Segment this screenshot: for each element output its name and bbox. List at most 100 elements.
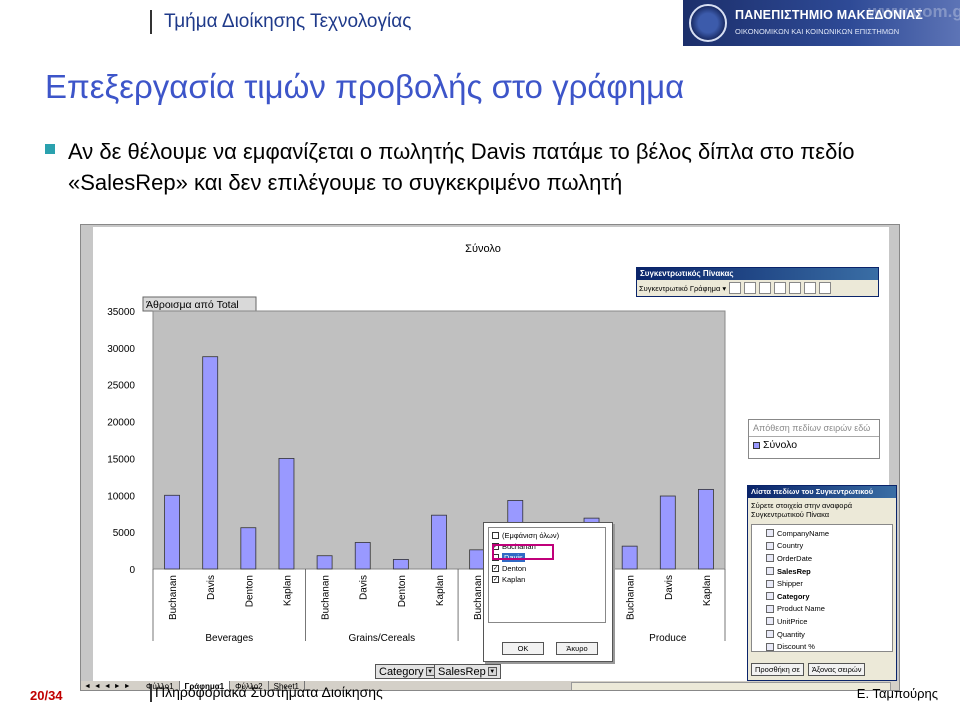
bar [621,545,638,570]
bullet-square-icon [45,144,55,154]
category-label: Buchanan [321,575,332,620]
filter-options: (Εμφάνιση όλων) ✓ Buchanan Davis ✓ Denton … [488,527,606,623]
cancel-button[interactable]: Άκυρο [556,642,598,655]
filter-option[interactable]: (Εμφάνιση όλων) [492,530,602,541]
y-tick-label: 10000 [107,491,135,502]
bar [240,527,257,570]
group-label: Grains/Cereals [348,633,415,644]
bar [392,559,409,570]
bar [431,514,447,570]
chart-wizard-icon[interactable] [744,282,757,294]
field-icon [766,592,774,601]
field-item[interactable]: SalesRep [766,565,889,578]
y-tick-label: 35000 [107,307,135,318]
field-list-instructions: Σύρετε στοιχεία στην αναφορά Συγκεντρωτι… [751,501,853,519]
bar [164,494,180,570]
category-label: Buchanan [626,575,637,620]
pivot-field-list: Λίστα πεδίων του Συγκεντρωτικού Σύρετε σ… [747,485,897,681]
filter-option[interactable]: ✓ Denton [492,563,602,574]
series-drop-area[interactable]: Απόθεση πεδίων σειρών εδώ Σύνολο [748,419,880,459]
category-field-button[interactable]: Category ▼ [375,664,439,679]
salesrep-field-button[interactable]: SalesRep ▼ [434,664,501,679]
category-label: Davis [664,575,675,600]
bullet-text: Αν δε θέλουμε να εμφανίζεται ο πωλητής D… [68,139,855,195]
checkbox-checked[interactable]: ✓ [492,576,499,583]
group-label: Produce [649,633,687,644]
field-item[interactable]: UnitPrice [766,615,889,628]
ok-button[interactable]: OK [502,642,544,655]
field-settings-icon[interactable] [804,282,817,294]
bar [202,356,219,570]
field-item[interactable]: Category [766,590,889,603]
department-name: Τμήμα Διοίκησης Τεχνολογίας [150,10,411,34]
field-item[interactable]: CompanyName [766,527,889,540]
tab-scroll-arrows-icon[interactable]: ◄◄◄►► [81,681,141,690]
field-item[interactable]: Product Name [766,603,889,616]
field-item[interactable]: OrderDate [766,552,889,565]
logo-subname: ΟΙΚΟΝΟΜΙΚΩΝ ΚΑΙ ΚΟΙΝΩΝΙΚΩΝ ΕΠΙΣΤΗΜΩΝ [735,27,900,36]
data-field-button[interactable]: Άθροισμα από Total [146,299,239,311]
field-icon [766,617,774,626]
bar [316,555,333,570]
field-icon [766,567,774,576]
bullet-point: Αν δε θέλουμε να εμφανίζεται ο πωλητής D… [45,136,945,198]
bar [698,488,714,570]
field-item[interactable]: Country [766,540,889,553]
y-tick-label: 20000 [107,418,135,429]
field-icon [766,554,774,563]
slide-title: Επεξεργασία τιμών προβολής στο γράφημα [45,68,685,105]
dropdown-arrow-icon[interactable]: ▼ [487,667,497,676]
pivot-toolbar-title: Συγκεντρωτικός Πίνακας [637,268,878,280]
y-tick-label: 30000 [107,344,135,355]
legend-label: Σύνολο [763,439,798,451]
hide-detail-icon[interactable] [759,282,772,294]
category-label: Denton [244,575,255,607]
y-tick-label: 25000 [107,381,135,392]
filter-option[interactable]: ✓ Kaplan [492,574,602,585]
field-icon [766,604,774,613]
y-axis: 0 5000 10000 15000 20000 25000 30000 35000 [107,307,135,576]
category-label: Denton [397,575,408,607]
field-list-title: Λίστα πεδίων του Συγκεντρωτικού [748,486,896,498]
chart-sheet: Σύνολο Άθροισμα από Total 0 5000 10000 1500… [93,227,897,681]
course-name: Πληροφοριακά Συστήματα Διοίκησης [150,684,383,702]
y-tick-label: 0 [129,565,135,576]
field-list-icon[interactable] [819,282,832,294]
category-label: Kaplan [435,575,446,606]
field-item[interactable]: Shipper [766,577,889,590]
horizontal-scrollbar[interactable] [571,682,891,690]
pivot-chart-menu[interactable]: Συγκεντρωτικό Γράφημα ▾ [639,284,726,293]
field-icon [766,642,774,651]
field-icon [766,541,774,550]
field-list-items: CompanyName Country OrderDate SalesRep S… [751,524,893,652]
target-area-select[interactable]: Άξονας σειρών [807,663,866,676]
excel-screenshot: Σύνολο Άθροισμα από Total 0 5000 10000 1500… [80,224,900,691]
university-seal-icon [689,4,727,42]
field-icon [766,529,774,538]
checkbox[interactable] [492,532,499,539]
bar [278,458,295,570]
format-report-icon[interactable] [729,282,742,294]
series-drop-hint: Απόθεση πεδίων σειρών εδώ [749,420,879,437]
show-detail-icon[interactable] [774,282,787,294]
y-tick-label: 15000 [107,454,135,465]
bar [659,495,676,570]
x-axis-categories: Buchanan Davis Denton Kaplan Buchanan Davis De… [168,575,713,620]
page-number: 20/34 [30,688,63,703]
university-logo: www.uom.gr ΠΑΝΕΠΙΣΤΗΜΙΟ ΜΑΚΕΔΟΝΙΑΣ ΟΙΚΟΝ… [683,0,960,46]
salesrep-filter-dropdown: (Εμφάνιση όλων) ✓ Buchanan Davis ✓ Denton … [483,522,613,662]
category-label: Kaplan [702,575,713,606]
bar [354,542,371,570]
slide: Τμήμα Διοίκησης Τεχνολογίας www.uom.gr Π… [0,0,960,720]
logo-name: ΠΑΝΕΠΙΣΤΗΜΙΟ ΜΑΚΕΔΟΝΙΑΣ [735,8,923,22]
checkbox-checked[interactable]: ✓ [492,565,499,572]
field-item[interactable]: Discount % [766,640,889,653]
legend-swatch [753,441,760,449]
add-to-button[interactable]: Προσθήκη σε [751,663,804,676]
y-tick-label: 5000 [113,528,136,539]
davis-highlight [492,544,554,560]
pivot-table-toolbar: Συγκεντρωτικός Πίνακας Συγκεντρωτικό Γρά… [636,267,879,297]
refresh-icon[interactable] [789,282,802,294]
field-item[interactable]: Quantity [766,628,889,641]
field-icon [766,579,774,588]
